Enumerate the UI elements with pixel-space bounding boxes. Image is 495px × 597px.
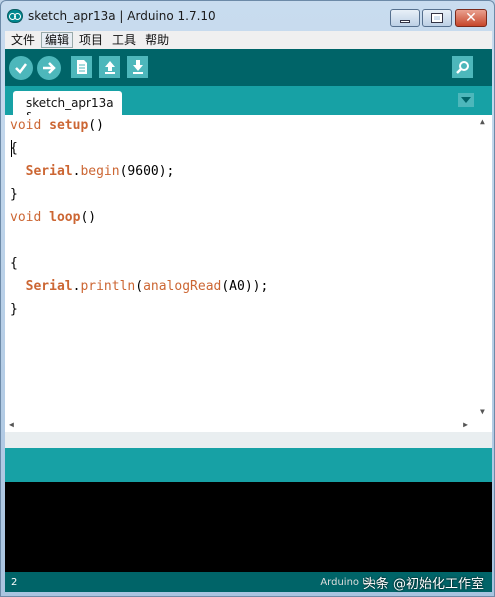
menu-help[interactable]: 帮助	[142, 32, 172, 48]
watermark: 头条 @初始化工作室	[362, 577, 484, 592]
maximize-button[interactable]	[422, 9, 452, 27]
code-token: {	[10, 256, 18, 271]
code-token: }	[10, 302, 18, 317]
close-button[interactable]: ✕	[455, 9, 487, 27]
code-line: Serial.println(analogRead(A0));	[10, 278, 269, 296]
scroll-down-icon[interactable]: ▼	[480, 407, 485, 416]
save-button[interactable]	[127, 56, 148, 78]
horizontal-scrollbar[interactable]: ◀ ▶	[5, 419, 492, 432]
code-line: }	[10, 186, 18, 204]
code-token: analogRead	[143, 279, 222, 294]
arduino-window: sketch_apr13a | Arduino 1.7.10 ✕ 文件 编辑 项…	[0, 0, 495, 597]
code-line: void setup()	[10, 117, 104, 135]
scroll-right-icon[interactable]: ▶	[463, 420, 468, 429]
verify-icon	[15, 63, 27, 74]
open-button[interactable]	[99, 56, 120, 78]
code-token: void	[10, 210, 42, 225]
code-line: Serial.begin(9600);	[10, 163, 175, 181]
menu-bar: 文件 编辑 项目 工具 帮助	[5, 31, 492, 49]
minimize-icon	[400, 19, 410, 23]
toolbar	[5, 49, 492, 86]
menu-sketch[interactable]: 项目	[76, 32, 106, 48]
line-number: 2	[11, 577, 18, 588]
code-token: (A0));	[221, 279, 269, 294]
chevron-down-icon	[461, 97, 471, 103]
close-icon: ✕	[465, 10, 477, 26]
menu-edit[interactable]: 编辑	[41, 32, 74, 48]
code-token: (9600);	[119, 164, 175, 179]
code-token: ()	[88, 118, 104, 133]
code-token: println	[80, 279, 136, 294]
code-token: (	[135, 279, 144, 294]
window-title: sketch_apr13a | Arduino 1.7.10	[28, 9, 216, 23]
code-token: Serial	[25, 164, 73, 179]
maximize-icon	[431, 13, 443, 23]
menu-file[interactable]: 文件	[8, 32, 38, 48]
code-line: }	[10, 301, 18, 319]
status-footer: 2 Arduino Uno 头条 @初始化工作室	[5, 572, 492, 592]
code-token: void	[10, 118, 42, 133]
serial-monitor-button[interactable]	[452, 56, 473, 78]
tab-bar: sketch_apr13a §	[5, 86, 492, 124]
text-caret	[11, 140, 12, 157]
tab-menu-button[interactable]	[458, 93, 474, 107]
minimize-button[interactable]	[390, 9, 420, 27]
code-token: begin	[80, 164, 120, 179]
code-line: void loop()	[10, 209, 96, 227]
code-token: setup	[49, 118, 89, 133]
code-token: Serial	[25, 279, 73, 294]
code-editor[interactable]: void setup(){ Serial.begin(9600);} void l…	[5, 115, 492, 432]
save-arrow-down-icon	[132, 60, 143, 74]
console-divider[interactable]	[5, 432, 492, 448]
new-button[interactable]	[71, 56, 92, 78]
menu-tools[interactable]: 工具	[109, 32, 139, 48]
code-token: ()	[80, 210, 97, 225]
code-token: }	[10, 187, 18, 202]
scroll-left-icon[interactable]: ◀	[9, 420, 14, 429]
open-arrow-up-icon	[104, 61, 115, 74]
verify-button[interactable]	[9, 56, 33, 80]
magnifier-icon	[455, 61, 469, 74]
scroll-up-icon[interactable]: ▲	[480, 117, 485, 126]
console-output[interactable]	[5, 482, 492, 572]
tab-sketch[interactable]: sketch_apr13a §	[13, 91, 122, 124]
upload-button[interactable]	[37, 56, 61, 80]
arduino-logo-icon	[7, 9, 23, 23]
vertical-scrollbar[interactable]: ▲ ▼	[475, 115, 492, 432]
code-token: loop	[49, 210, 81, 225]
upload-icon	[43, 62, 56, 74]
new-file-icon	[76, 60, 87, 74]
title-bar[interactable]: sketch_apr13a | Arduino 1.7.10 ✕	[1, 1, 494, 31]
code-line: {	[10, 255, 18, 273]
status-area	[5, 448, 492, 482]
